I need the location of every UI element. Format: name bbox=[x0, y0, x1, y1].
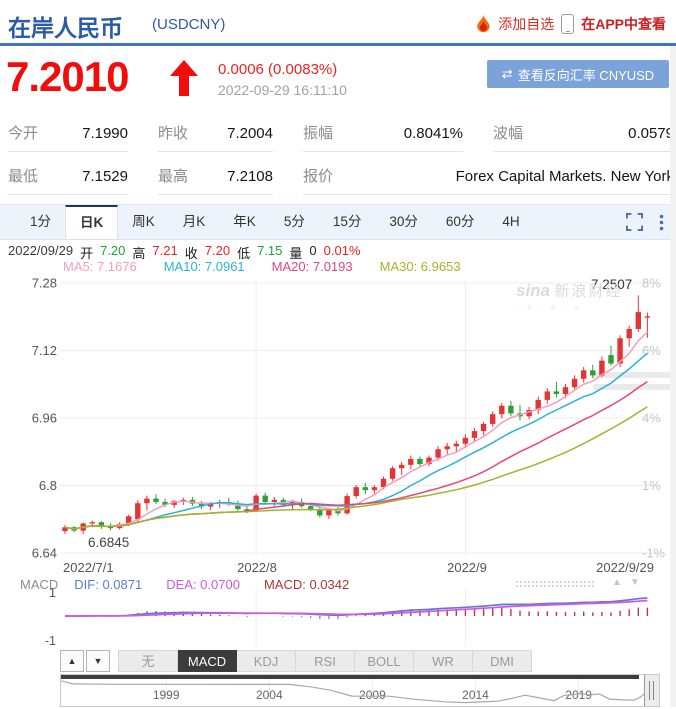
indicator-tab-5[interactable]: WR bbox=[414, 650, 473, 672]
navigator-year-label: 2004 bbox=[256, 688, 283, 702]
stat-low: 最低 7.1529 bbox=[8, 165, 128, 195]
period-tab-8[interactable]: 60分 bbox=[432, 205, 489, 239]
ma5-value: MA5: 7.1676 bbox=[63, 259, 137, 274]
history-navigator[interactable]: 1999 2004 2009 2014 2019 bbox=[60, 674, 660, 707]
period-tab-7[interactable]: 30分 bbox=[375, 205, 432, 239]
dif-line bbox=[64, 597, 648, 617]
navigator-year-label: 1999 bbox=[153, 688, 180, 702]
svg-text:8%: 8% bbox=[642, 276, 661, 291]
ma30-value: MA30: 6.9653 bbox=[379, 259, 461, 274]
x-axis-label: 2022/8 bbox=[237, 560, 277, 575]
indicator-tab-3[interactable]: RSI bbox=[296, 650, 355, 672]
stat-quote-source: 报价 Forex Capital Markets. New York bbox=[303, 165, 674, 195]
svg-text:6.96: 6.96 bbox=[32, 411, 57, 426]
ma5-line bbox=[64, 331, 648, 530]
low-annotation: 6.6845 bbox=[88, 535, 129, 550]
page-scrollbar[interactable] bbox=[670, 46, 676, 707]
page-title: 在岸人民币 bbox=[8, 15, 123, 41]
stat-range: 波幅 0.0579 bbox=[493, 122, 674, 152]
svg-text:-1%: -1% bbox=[642, 546, 666, 561]
period-tab-4[interactable]: 年K bbox=[219, 205, 270, 239]
scroll-left-button[interactable]: ▲ bbox=[60, 650, 84, 672]
more-menu-icon[interactable] bbox=[659, 214, 664, 231]
flame-icon bbox=[477, 14, 490, 32]
stat-high: 最高 7.2108 bbox=[158, 165, 273, 195]
header: 在岸人民币 (USDCNY) 添加自选 在APP中查看 bbox=[0, 0, 676, 43]
quote-stats: 今开 7.1990 昨收 7.2004 振幅 0.8041% 波幅 0.0579 最低 7… bbox=[8, 122, 674, 195]
high-annotation: 7.2507 bbox=[591, 277, 632, 292]
indicator-tab-2[interactable]: KDJ bbox=[237, 650, 296, 672]
navigator-year-label: 2014 bbox=[462, 688, 489, 702]
macd-y-bottom: -1 bbox=[45, 634, 56, 648]
navigator-handle[interactable] bbox=[644, 675, 659, 706]
indicator-tab-6[interactable]: DMI bbox=[473, 650, 532, 672]
view-in-app-button[interactable]: 在APP中查看 bbox=[581, 14, 666, 34]
macd-chart[interactable]: 1 -1 bbox=[0, 584, 676, 650]
ma10-value: MA10: 7.0961 bbox=[163, 259, 245, 274]
history-line bbox=[60, 680, 647, 704]
svg-text:6.64: 6.64 bbox=[32, 546, 57, 561]
period-tab-5[interactable]: 5分 bbox=[270, 205, 319, 239]
swap-icon: ⇄ bbox=[501, 66, 513, 81]
indicator-tab-1[interactable]: MACD bbox=[178, 650, 237, 672]
indicator-tabbar: ▲ ▼ 无 MACD KDJ RSI BOLL WR DMI bbox=[60, 650, 532, 672]
phone-icon bbox=[561, 14, 575, 34]
x-axis-label: 2022/7/1 bbox=[63, 560, 114, 575]
period-tabbar: 1分 日K 周K 月K 年K 5分 15分 30分 60分 4H bbox=[0, 204, 676, 240]
price-change: 0.0006 (0.0083%) bbox=[218, 61, 338, 78]
navigator-year-label: 2009 bbox=[359, 688, 386, 702]
candlestick-chart[interactable]: 7.28 8%7.12 6%6.96 4%6.8 1%6.64 -1%7.25076.68… bbox=[0, 276, 676, 578]
symbol-code: (USDCNY) bbox=[152, 16, 226, 33]
usdcny-quote-page: { "header": { "title": "在岸人民币", "symbol"… bbox=[0, 0, 676, 707]
period-tab-1[interactable]: 日K bbox=[65, 205, 119, 239]
stat-amplitude: 振幅 0.8041% bbox=[303, 122, 463, 152]
navigator-chart: 1999 2004 2009 2014 2019 bbox=[60, 679, 647, 704]
macd-y-top: 1 bbox=[49, 586, 56, 600]
quote-timestamp: 2022-09-29 16:11:10 bbox=[218, 82, 347, 98]
up-arrow-icon bbox=[170, 60, 198, 96]
period-tab-0[interactable]: 1分 bbox=[16, 205, 65, 239]
last-price: 7.2010 bbox=[6, 53, 129, 100]
period-tab-6[interactable]: 15分 bbox=[319, 205, 376, 239]
candles-group bbox=[62, 295, 651, 535]
svg-text:7.28: 7.28 bbox=[32, 276, 57, 291]
ma20-value: MA20: 7.0193 bbox=[271, 259, 353, 274]
period-tab-3[interactable]: 月K bbox=[169, 205, 220, 239]
scroll-right-button[interactable]: ▼ bbox=[86, 650, 110, 672]
reverse-rate-button[interactable]: ⇄ 查看反向汇率 CNYUSD bbox=[487, 60, 669, 88]
period-tab-2[interactable]: 周K bbox=[118, 205, 169, 239]
stat-open: 今开 7.1990 bbox=[8, 122, 128, 152]
indicator-tab-0[interactable]: 无 bbox=[118, 650, 178, 672]
svg-text:1%: 1% bbox=[642, 478, 661, 493]
period-tab-9[interactable]: 4H bbox=[488, 205, 533, 239]
header-divider bbox=[0, 43, 676, 46]
navigator-range-bar[interactable] bbox=[61, 675, 639, 679]
ma-legend: MA5: 7.1676 MA10: 7.0961 MA20: 7.0193 MA… bbox=[63, 259, 461, 274]
x-axis-label: 2022/9 bbox=[447, 560, 487, 575]
stat-prev-close: 昨收 7.2004 bbox=[158, 122, 273, 152]
indicator-tab-4[interactable]: BOLL bbox=[355, 650, 414, 672]
x-axis-label: 2022/9/29 bbox=[596, 560, 654, 575]
add-watchlist-button[interactable]: 添加自选 bbox=[498, 14, 554, 34]
svg-text:7.12: 7.12 bbox=[32, 343, 57, 358]
fullscreen-icon[interactable] bbox=[626, 213, 643, 231]
svg-text:6.8: 6.8 bbox=[39, 478, 57, 493]
ma10-line bbox=[64, 352, 648, 530]
svg-text:4%: 4% bbox=[642, 411, 661, 426]
